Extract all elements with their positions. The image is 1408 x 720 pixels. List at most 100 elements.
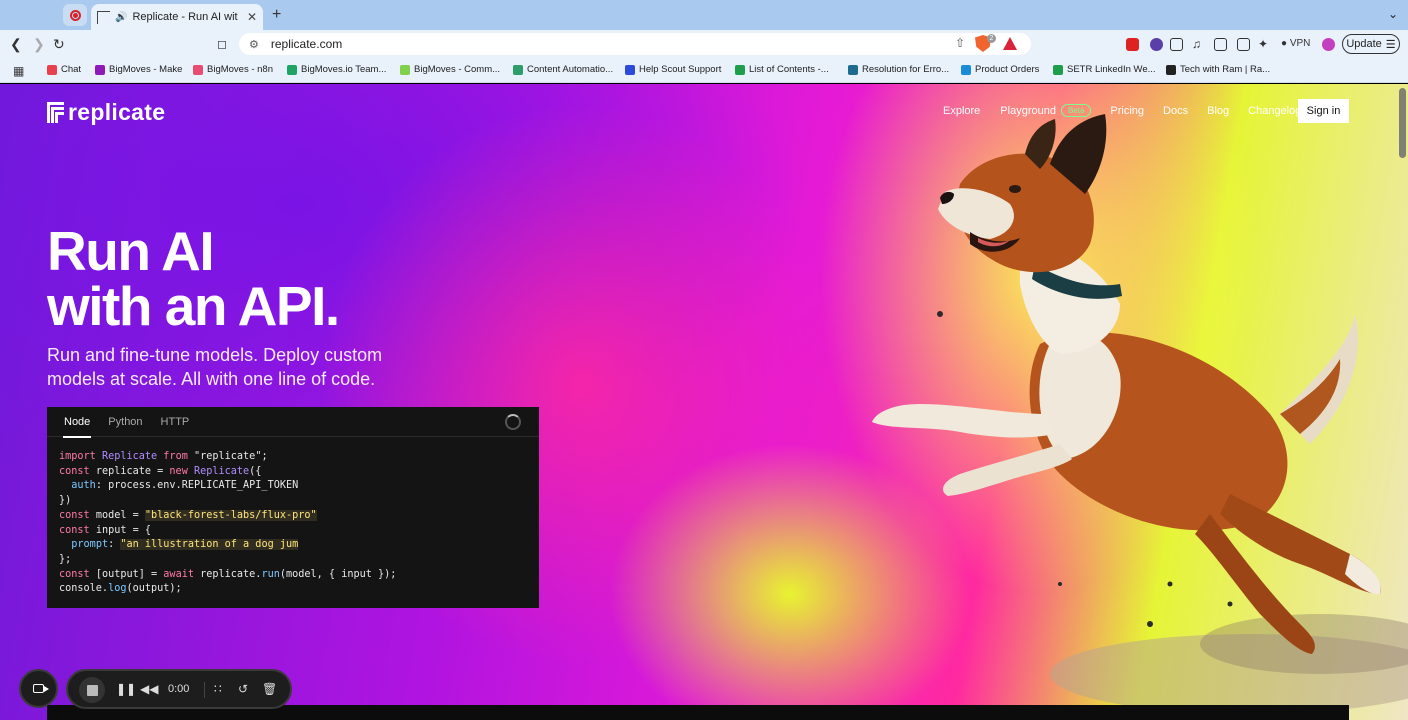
extensions-puzzle-icon[interactable] (1170, 38, 1183, 51)
replicate-homepage: replicate Explore Playground Beta Pricin… (0, 84, 1408, 720)
forward-arrow-icon[interactable]: ❯ (33, 35, 45, 53)
code-language-tabs: Node Python HTTP (47, 407, 539, 438)
tab-http[interactable]: HTTP (161, 407, 190, 437)
bookmark-favicon-icon (47, 64, 57, 75)
new-tab-button[interactable]: + (272, 6, 281, 24)
bookmark-label: BigMoves - n8n (207, 64, 274, 75)
bookmark-item[interactable]: Chat (47, 64, 81, 75)
nav-explore[interactable]: Explore (943, 105, 980, 117)
menu-icon: ☰ (1385, 38, 1396, 51)
recording-timer: 0:00 (168, 683, 190, 695)
bookmark-label: Content Automatio... (527, 64, 614, 75)
bookmark-favicon-icon (625, 64, 635, 75)
rewind-icon[interactable]: ◀◀ (140, 682, 158, 696)
bookmark-label: BigMoves.io Team... (301, 64, 387, 75)
bookmark-item[interactable]: Resolution for Erro... (848, 64, 949, 75)
video-camera-icon (33, 684, 49, 693)
nav-playground[interactable]: Playground (1000, 105, 1056, 117)
tab-title: Replicate - Run AI with an API (132, 11, 238, 23)
recorder-controls: ❚❚ ◀◀ 0:00 ∷ ↺ 🗑 (66, 669, 292, 709)
profile-avatar-icon[interactable] (1322, 38, 1335, 51)
code-example-panel: Node Python HTTP import Replicate from "… (47, 407, 539, 608)
apps-grid-icon[interactable]: ▦ (13, 64, 24, 78)
bookmark-label: List of Contents -... (749, 64, 829, 75)
bookmark-label: BigMoves - Comm... (414, 64, 501, 75)
hero-title-line1: Run AI (47, 220, 215, 282)
bookmark-favicon-icon (1053, 64, 1063, 75)
drag-handle-icon[interactable]: ∷ (214, 682, 222, 696)
bookmark-favicon-icon (848, 64, 858, 75)
bookmark-item[interactable]: SETR LinkedIn We... (1053, 64, 1156, 75)
divider (204, 682, 205, 698)
replicate-favicon-icon (97, 10, 110, 24)
bookmark-icon[interactable]: ◻ (217, 35, 227, 53)
restart-icon[interactable]: ↺ (238, 682, 248, 696)
extension-avatar-icon[interactable] (1150, 38, 1163, 51)
bookmark-label: Resolution for Erro... (862, 64, 950, 75)
camera-toggle-button[interactable] (19, 669, 58, 708)
active-tab[interactable]: 🔊 Replicate - Run AI with an API ✕ (91, 4, 263, 30)
tab-node[interactable]: Node (62, 407, 92, 438)
browser-tab-bar: 🔊 Replicate - Run AI with an API ✕ + ⌄ (0, 0, 1408, 30)
bookmark-item[interactable]: Tech with Ram | Ra... (1166, 64, 1270, 75)
site-nav: Explore Playground Beta Pricing Docs Blo… (943, 104, 1301, 117)
update-button[interactable]: Update ☰ (1342, 34, 1400, 54)
nav-changelog[interactable]: Changelog (1248, 105, 1301, 117)
hero-title: Run AI with an API. (47, 220, 340, 337)
sign-in-button[interactable]: Sign in (1298, 99, 1349, 123)
bookmarks-bar: ▦ Chat BigMoves - Make BigMoves - n8n BigMo… (0, 58, 1408, 83)
bookmark-item[interactable]: Content Automatio... (513, 64, 613, 75)
nav-blog[interactable]: Blog (1207, 105, 1229, 117)
replicate-logo[interactable]: replicate (47, 99, 165, 126)
trash-icon[interactable]: 🗑 (262, 682, 277, 696)
bookmark-item[interactable]: BigMoves.io Team... (287, 64, 386, 75)
shield-count-badge: 2 (987, 34, 996, 43)
bookmark-item[interactable]: BigMoves - Comm... (400, 64, 500, 75)
nav-docs[interactable]: Docs (1163, 105, 1188, 117)
nav-pricing[interactable]: Pricing (1110, 105, 1144, 117)
wallet-icon[interactable] (1237, 38, 1250, 51)
record-icon (69, 9, 81, 21)
tab-search-chevron-icon[interactable]: ⌄ (1388, 7, 1398, 21)
bookmark-favicon-icon (735, 64, 745, 75)
bookmark-item[interactable]: BigMoves - n8n (193, 64, 273, 75)
reload-icon[interactable]: ↻ (53, 35, 65, 53)
media-control-icon[interactable]: ♫ (1192, 35, 1201, 53)
close-tab-icon[interactable]: ✕ (243, 10, 257, 24)
sidebar-icon[interactable] (1214, 38, 1227, 51)
speaker-icon[interactable]: 🔊 (115, 12, 127, 23)
bookmark-item[interactable]: Product Orders (961, 64, 1039, 75)
tab-python[interactable]: Python (108, 407, 142, 437)
site-settings-icon[interactable]: ⚙ (249, 38, 259, 51)
leo-ai-icon[interactable]: ✦ (1258, 35, 1268, 53)
hero-title-line2: with an API. (47, 275, 340, 337)
logo-text: replicate (68, 99, 166, 125)
share-icon[interactable]: ⇧ (955, 36, 965, 50)
bookmark-favicon-icon (513, 64, 523, 75)
vpn-button[interactable]: ● VPN (1281, 38, 1310, 49)
back-arrow-icon[interactable]: ❮ (10, 35, 22, 53)
extension-red-icon[interactable] (1126, 38, 1139, 51)
bookmark-label: SETR LinkedIn We... (1067, 64, 1156, 75)
stop-recording-button[interactable] (79, 677, 105, 703)
bookmark-label: Help Scout Support (639, 64, 722, 75)
url-text: replicate.com (270, 37, 343, 51)
browser-toolbar: ❮ ❯ ↻ ◻ ⚙ replicate.com ⇧ 2 ♫ ✦ ● VPN Up… (0, 30, 1408, 58)
beta-badge: Beta (1060, 104, 1092, 117)
bookmark-favicon-icon (1166, 64, 1176, 75)
bookmark-favicon-icon (95, 64, 105, 75)
recording-tab[interactable] (63, 4, 87, 26)
bookmark-label: Product Orders (975, 64, 1040, 75)
bookmark-favicon-icon (961, 64, 971, 75)
bookmark-item[interactable]: List of Contents -... (735, 64, 829, 75)
bookmark-item[interactable]: BigMoves - Make (95, 64, 182, 75)
address-bar[interactable]: ⚙ replicate.com ⇧ 2 (239, 33, 1031, 55)
bookmark-favicon-icon (193, 64, 203, 75)
page-scrollbar-thumb[interactable] (1399, 88, 1406, 158)
code-snippet: import Replicate from "replicate"; const… (59, 451, 397, 595)
brave-rewards-icon[interactable] (1003, 37, 1017, 50)
bookmark-favicon-icon (287, 64, 297, 75)
pause-icon[interactable]: ❚❚ (116, 682, 136, 696)
bookmark-label: BigMoves - Make (109, 64, 183, 75)
bookmark-item[interactable]: Help Scout Support (625, 64, 721, 75)
